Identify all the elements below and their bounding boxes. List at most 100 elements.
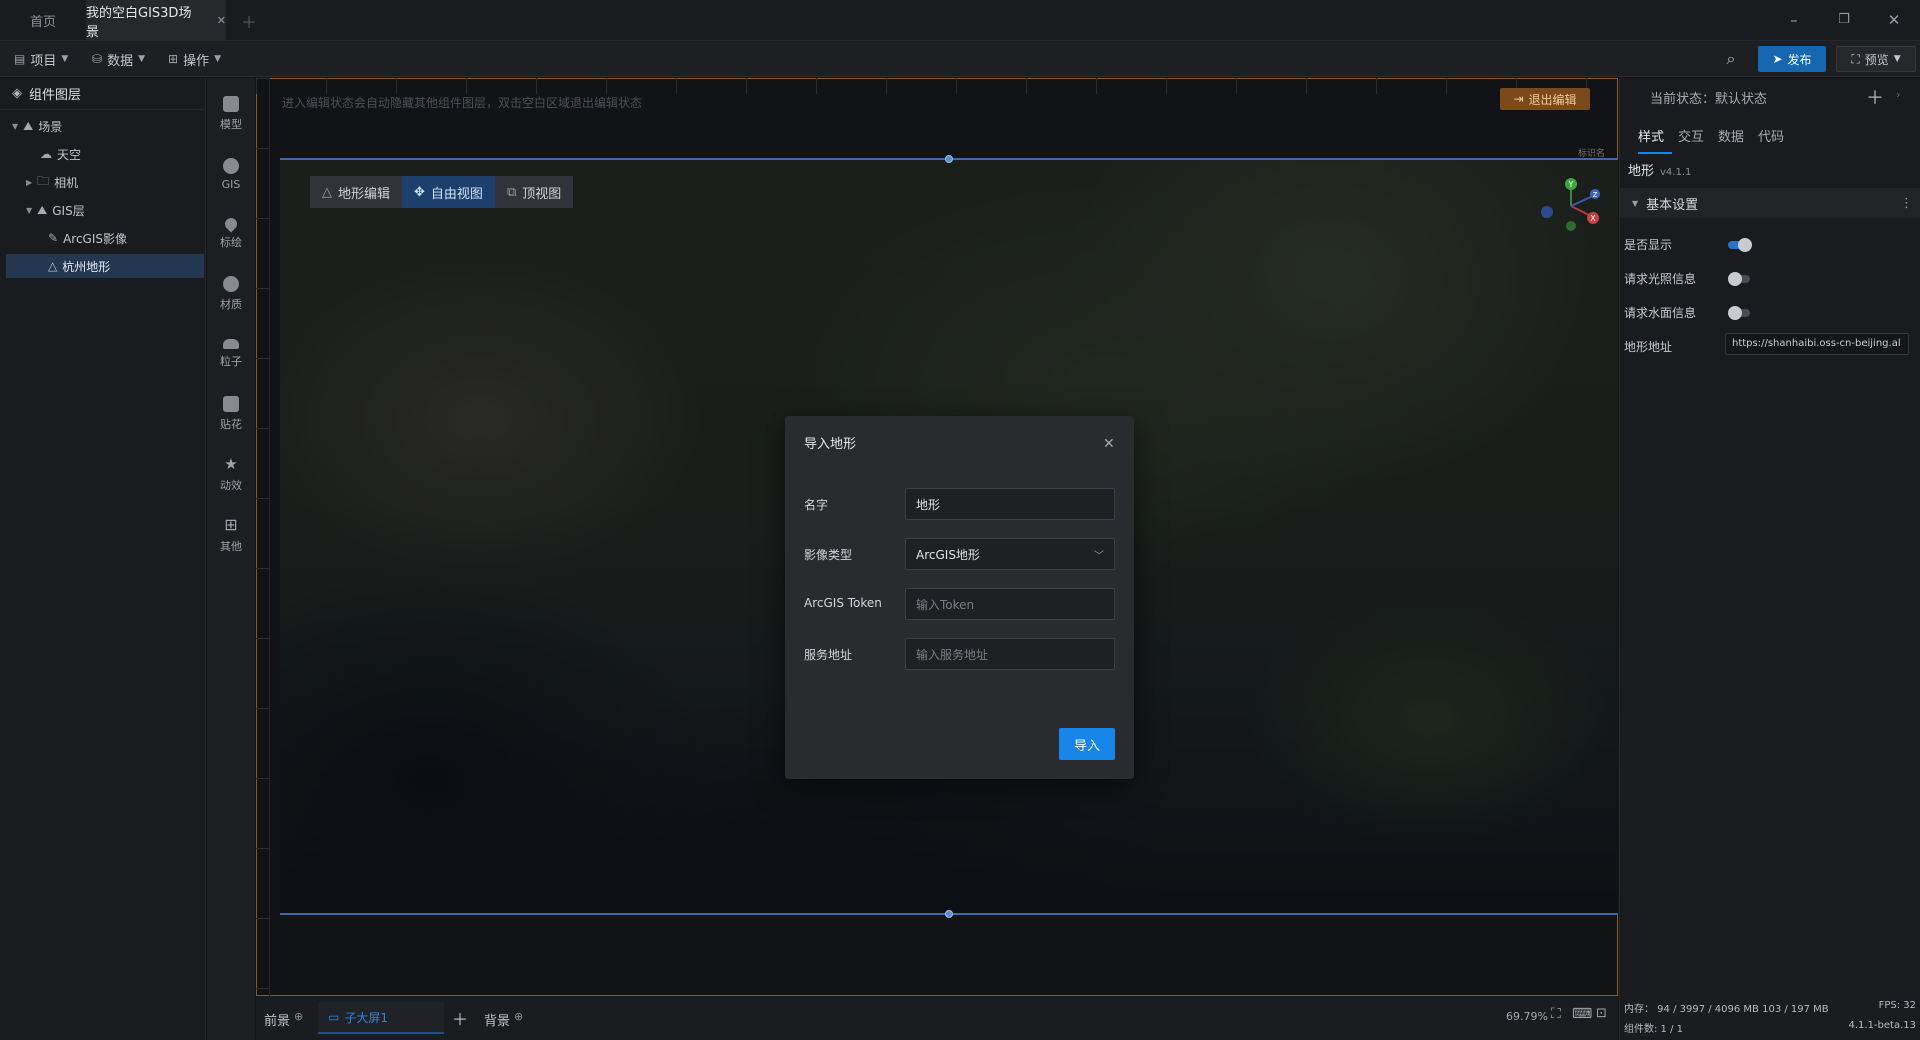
- chevron-down-icon: ﹀: [1094, 550, 1104, 562]
- basic-settings-section[interactable]: ▼ 基本设置 ⋮: [1620, 188, 1920, 218]
- sub-screen-tab[interactable]: ▭ 子大屏1: [318, 1002, 444, 1034]
- tab-data[interactable]: 数据: [1718, 126, 1744, 154]
- memory-usage: 内存： 94 / 3997 / 4096 MB 103 / 197 MB: [1624, 1004, 1829, 1015]
- zoom-level[interactable]: 69.79%: [1506, 1010, 1548, 1023]
- terrain-edit-button[interactable]: △ 地形编辑: [310, 176, 403, 208]
- move-icon: ✥: [414, 184, 425, 200]
- menu-data[interactable]: ⛁ 数据 ▼: [92, 49, 145, 69]
- chevron-right-icon[interactable]: ›: [1896, 88, 1900, 101]
- model-icon: [223, 96, 239, 112]
- tab-style[interactable]: 样式: [1638, 126, 1672, 154]
- ruler-top: [256, 78, 1618, 94]
- chevron-down-icon: ▼: [61, 54, 69, 64]
- scene-icon: ⛰: [23, 118, 34, 133]
- minimize-icon[interactable]: –: [1782, 8, 1806, 32]
- status-bar: 内存： 94 / 3997 / 4096 MB 103 / 197 MB FPS…: [1619, 996, 1920, 1040]
- caret-down-icon[interactable]: ▼: [26, 206, 32, 215]
- more-vertical-icon[interactable]: ⋮: [1900, 196, 1913, 211]
- show-toggle[interactable]: [1728, 238, 1752, 252]
- name-input[interactable]: 地形: [905, 488, 1115, 520]
- service-url-label: 服务地址: [804, 648, 853, 662]
- tool-particle[interactable]: 粒子: [207, 328, 255, 380]
- lighting-toggle[interactable]: [1728, 272, 1750, 286]
- view-toolbar: △ 地形编辑 ✥ 自由视图 ⧉ 顶视图: [310, 176, 574, 208]
- new-tab-icon[interactable]: ＋: [236, 0, 262, 41]
- chevron-down-icon: ▼: [138, 54, 145, 64]
- folder-icon: 🗀: [37, 173, 50, 188]
- particle-icon: [223, 339, 239, 349]
- tool-gis[interactable]: GIS: [207, 148, 255, 200]
- token-label: ArcGIS Token: [804, 596, 882, 610]
- layer-panel-header: ◈ 组件图层: [0, 78, 205, 110]
- service-url-input[interactable]: 输入服务地址: [905, 638, 1115, 670]
- add-screen-icon[interactable]: ＋: [452, 1006, 468, 1030]
- terrain-url-label: 地形地址: [1624, 340, 1673, 354]
- tool-effect[interactable]: ★ 动效: [207, 448, 255, 500]
- restore-icon[interactable]: ❐: [1832, 8, 1856, 32]
- preview-button[interactable]: ⛶ 预览 ▼: [1836, 46, 1916, 72]
- add-circle-icon[interactable]: ⊕: [294, 1010, 303, 1029]
- tool-other[interactable]: ⊞ 其他: [207, 508, 255, 560]
- tab-interaction[interactable]: 交互: [1678, 126, 1704, 154]
- publish-button[interactable]: ➤ 发布: [1758, 46, 1826, 72]
- water-label: 请求水面信息: [1624, 306, 1697, 320]
- caret-down-icon[interactable]: ▼: [12, 122, 18, 131]
- dialog-title: 导入地形: [804, 437, 857, 452]
- tree-item-camera[interactable]: ▶ 🗀 相机: [6, 170, 204, 194]
- tab-code[interactable]: 代码: [1758, 126, 1784, 154]
- keyboard-icon[interactable]: ⌨: [1572, 1006, 1592, 1022]
- caret-right-icon[interactable]: ▶: [26, 178, 32, 187]
- tab-scene[interactable]: 我的空白GIS3D场景 ✕: [86, 0, 226, 41]
- property-panel: 当前状态：默认状态 ＋ › 样式 交互 数据 代码 地形 v4.1.1 ▼ 基本…: [1619, 78, 1920, 996]
- tool-material[interactable]: 材质: [207, 268, 255, 320]
- imagery-type-select[interactable]: ArcGIS地形 ﹀: [905, 538, 1115, 570]
- menu-operate[interactable]: ⊞ 操作 ▼: [168, 49, 221, 69]
- terrain-url-input[interactable]: https://shanhaibi.oss-cn-beijing.al: [1725, 333, 1909, 355]
- show-label: 是否显示: [1624, 238, 1673, 252]
- database-icon: ⛁: [92, 52, 103, 66]
- exit-icon: ⇥: [1513, 92, 1524, 106]
- fit-screen-icon[interactable]: ⛶: [1551, 1006, 1561, 1022]
- mountain-icon: △: [322, 184, 332, 200]
- import-terrain-dialog: 导入地形 ✕ 名字 地形 影像类型 ArcGIS地形 ﹀ ArcGIS Toke…: [785, 416, 1134, 779]
- tree-item-hangzhou-terrain[interactable]: △ 杭州地形: [6, 254, 204, 278]
- imagery-type-label: 影像类型: [804, 548, 853, 562]
- tool-decal[interactable]: 贴花: [207, 388, 255, 440]
- tree-item-arcgis-imagery[interactable]: ✎ ArcGIS影像: [6, 226, 204, 250]
- tool-plot[interactable]: 标绘: [207, 208, 255, 260]
- component-header: 地形 v4.1.1: [1628, 164, 1692, 179]
- resize-handle-bottom[interactable]: [945, 910, 953, 918]
- foreground-tab[interactable]: 前景 ⊕: [264, 1010, 303, 1029]
- name-label: 名字: [804, 498, 829, 512]
- monitor-icon: ▭: [328, 1010, 340, 1024]
- token-input[interactable]: 输入Token: [905, 588, 1115, 620]
- search-icon[interactable]: ⌕: [1720, 49, 1742, 71]
- water-toggle[interactable]: [1728, 306, 1750, 320]
- top-view-button[interactable]: ⧉ 顶视图: [494, 176, 574, 208]
- background-tab[interactable]: 背景 ⊕: [484, 1010, 523, 1029]
- lighting-label: 请求光照信息: [1624, 272, 1697, 286]
- gis-layer-icon: ⛰: [37, 202, 48, 217]
- close-icon[interactable]: ✕: [1103, 436, 1115, 452]
- tool-model[interactable]: 模型: [207, 88, 255, 140]
- tab-home[interactable]: 首页: [0, 0, 86, 41]
- tree-item-scene[interactable]: ▼ ⛰ 场景: [6, 114, 204, 138]
- tree-item-gis-layer[interactable]: ▼ ⛰ GIS层: [6, 198, 204, 222]
- close-window-icon[interactable]: ✕: [1882, 8, 1906, 32]
- tab-close-icon[interactable]: ✕: [217, 14, 226, 27]
- caret-down-icon: ▼: [1632, 198, 1639, 208]
- current-state[interactable]: 当前状态：默认状态: [1650, 88, 1767, 107]
- menu-project[interactable]: ▤ 项目 ▼: [14, 49, 68, 69]
- exit-edit-button[interactable]: ⇥ 退出编辑: [1500, 88, 1590, 110]
- tree-item-sky[interactable]: ☁ 天空: [6, 142, 204, 166]
- fps-counter: FPS: 32: [1878, 1000, 1916, 1011]
- terminal-icon[interactable]: ⊡: [1596, 1006, 1607, 1021]
- add-state-icon[interactable]: ＋: [1866, 84, 1884, 110]
- axis-gizmo-icon[interactable]: Y X Z: [1535, 176, 1605, 236]
- free-view-button[interactable]: ✥ 自由视图: [402, 176, 495, 208]
- import-button[interactable]: 导入: [1059, 728, 1115, 760]
- layers-icon: ◈: [12, 86, 22, 101]
- add-circle-icon[interactable]: ⊕: [514, 1010, 523, 1029]
- resize-handle-top[interactable]: [945, 155, 953, 163]
- svg-text:X: X: [1590, 214, 1596, 223]
